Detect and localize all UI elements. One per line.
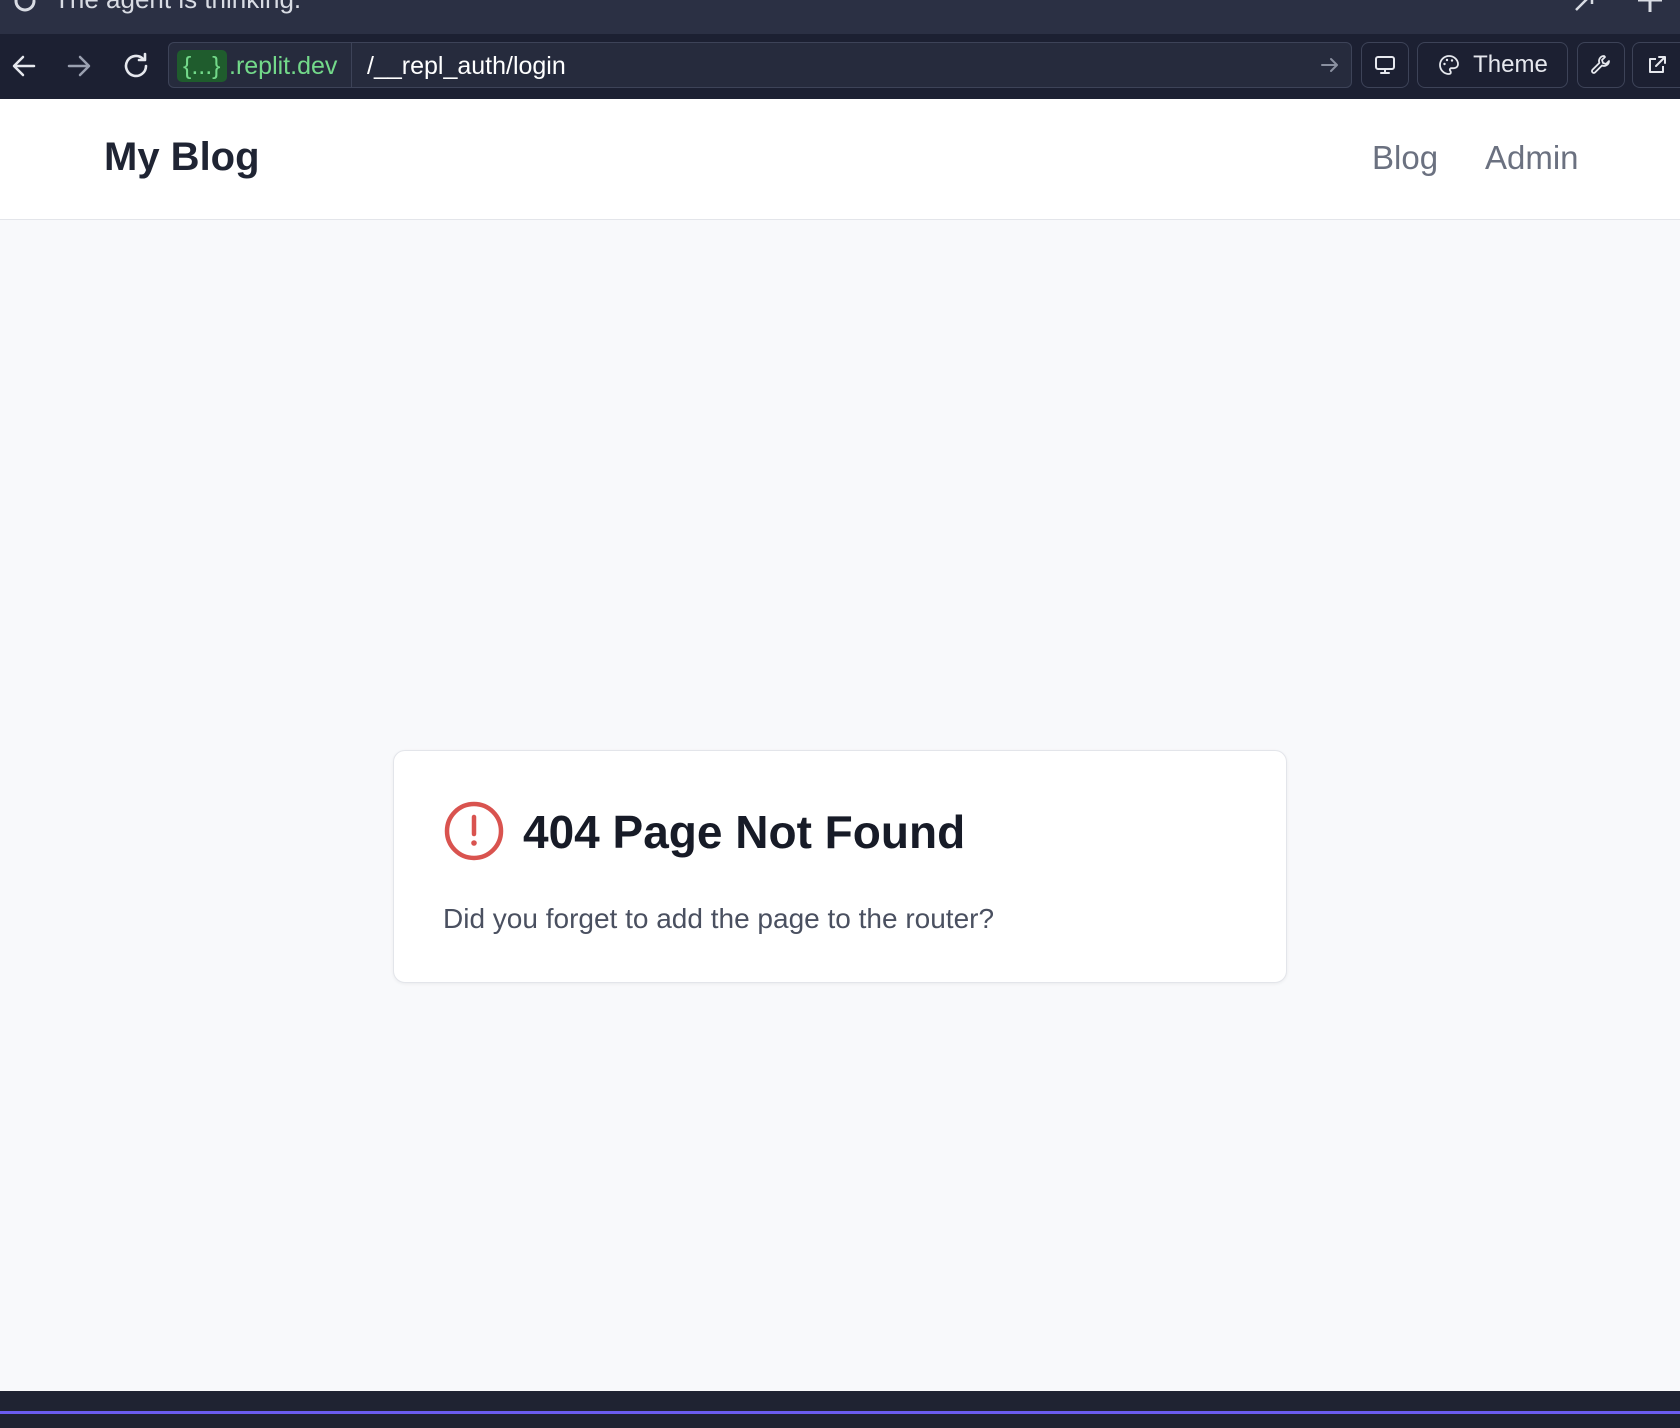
palette-icon	[1439, 55, 1460, 75]
error-message: Did you forget to add the page to the ro…	[443, 903, 995, 934]
device-preview-button[interactable]	[1361, 42, 1409, 88]
monitor-icon	[1375, 56, 1395, 74]
browser-toolbar: {...} .replit.dev /__repl_auth/login The…	[0, 34, 1680, 99]
bottom-bar	[0, 1391, 1680, 1428]
error-title: 404 Page Not Found	[523, 806, 966, 858]
page-viewport: My Blog Blog Admin 404 Page Not Found Di…	[0, 99, 1680, 1391]
nav-link-blog[interactable]: Blog	[1372, 139, 1438, 177]
theme-label: Theme	[1473, 51, 1548, 78]
nav-link-admin[interactable]: Admin	[1485, 139, 1579, 177]
open-in-new-tab-button[interactable]	[1632, 42, 1680, 88]
plus-icon[interactable]	[1636, 0, 1664, 19]
back-button[interactable]	[6, 48, 42, 84]
external-link-icon	[1648, 56, 1666, 73]
accent-line	[0, 1411, 1680, 1414]
forward-button[interactable]	[61, 48, 97, 84]
agent-status-strip: The agent is thinking.	[0, 0, 1680, 34]
not-found-card: 404 Page Not Found Did you forget to add…	[393, 750, 1287, 983]
reload-button[interactable]	[118, 48, 154, 84]
loading-spinner-icon	[10, 0, 40, 21]
collapse-icon[interactable]	[1572, 0, 1600, 19]
site-title[interactable]: My Blog	[104, 135, 260, 180]
arrow-left-icon	[12, 55, 36, 77]
domain-suffix: .replit.dev	[229, 52, 338, 80]
go-arrow-icon[interactable]	[1319, 54, 1341, 81]
devtools-button[interactable]	[1577, 42, 1625, 88]
url-bar[interactable]: {...} .replit.dev /__repl_auth/login	[168, 42, 1352, 88]
site-header: My Blog Blog Admin	[0, 99, 1680, 220]
alert-circle-icon	[443, 800, 505, 867]
theme-button[interactable]: Theme	[1417, 42, 1568, 88]
reload-icon	[124, 52, 148, 78]
domain-chip: {...}	[177, 50, 227, 82]
wrench-icon	[1591, 55, 1610, 74]
url-divider	[351, 43, 352, 87]
url-path-input[interactable]: /__repl_auth/login	[367, 50, 566, 82]
agent-status-text: The agent is thinking.	[54, 0, 301, 15]
arrow-right-icon	[67, 55, 91, 77]
